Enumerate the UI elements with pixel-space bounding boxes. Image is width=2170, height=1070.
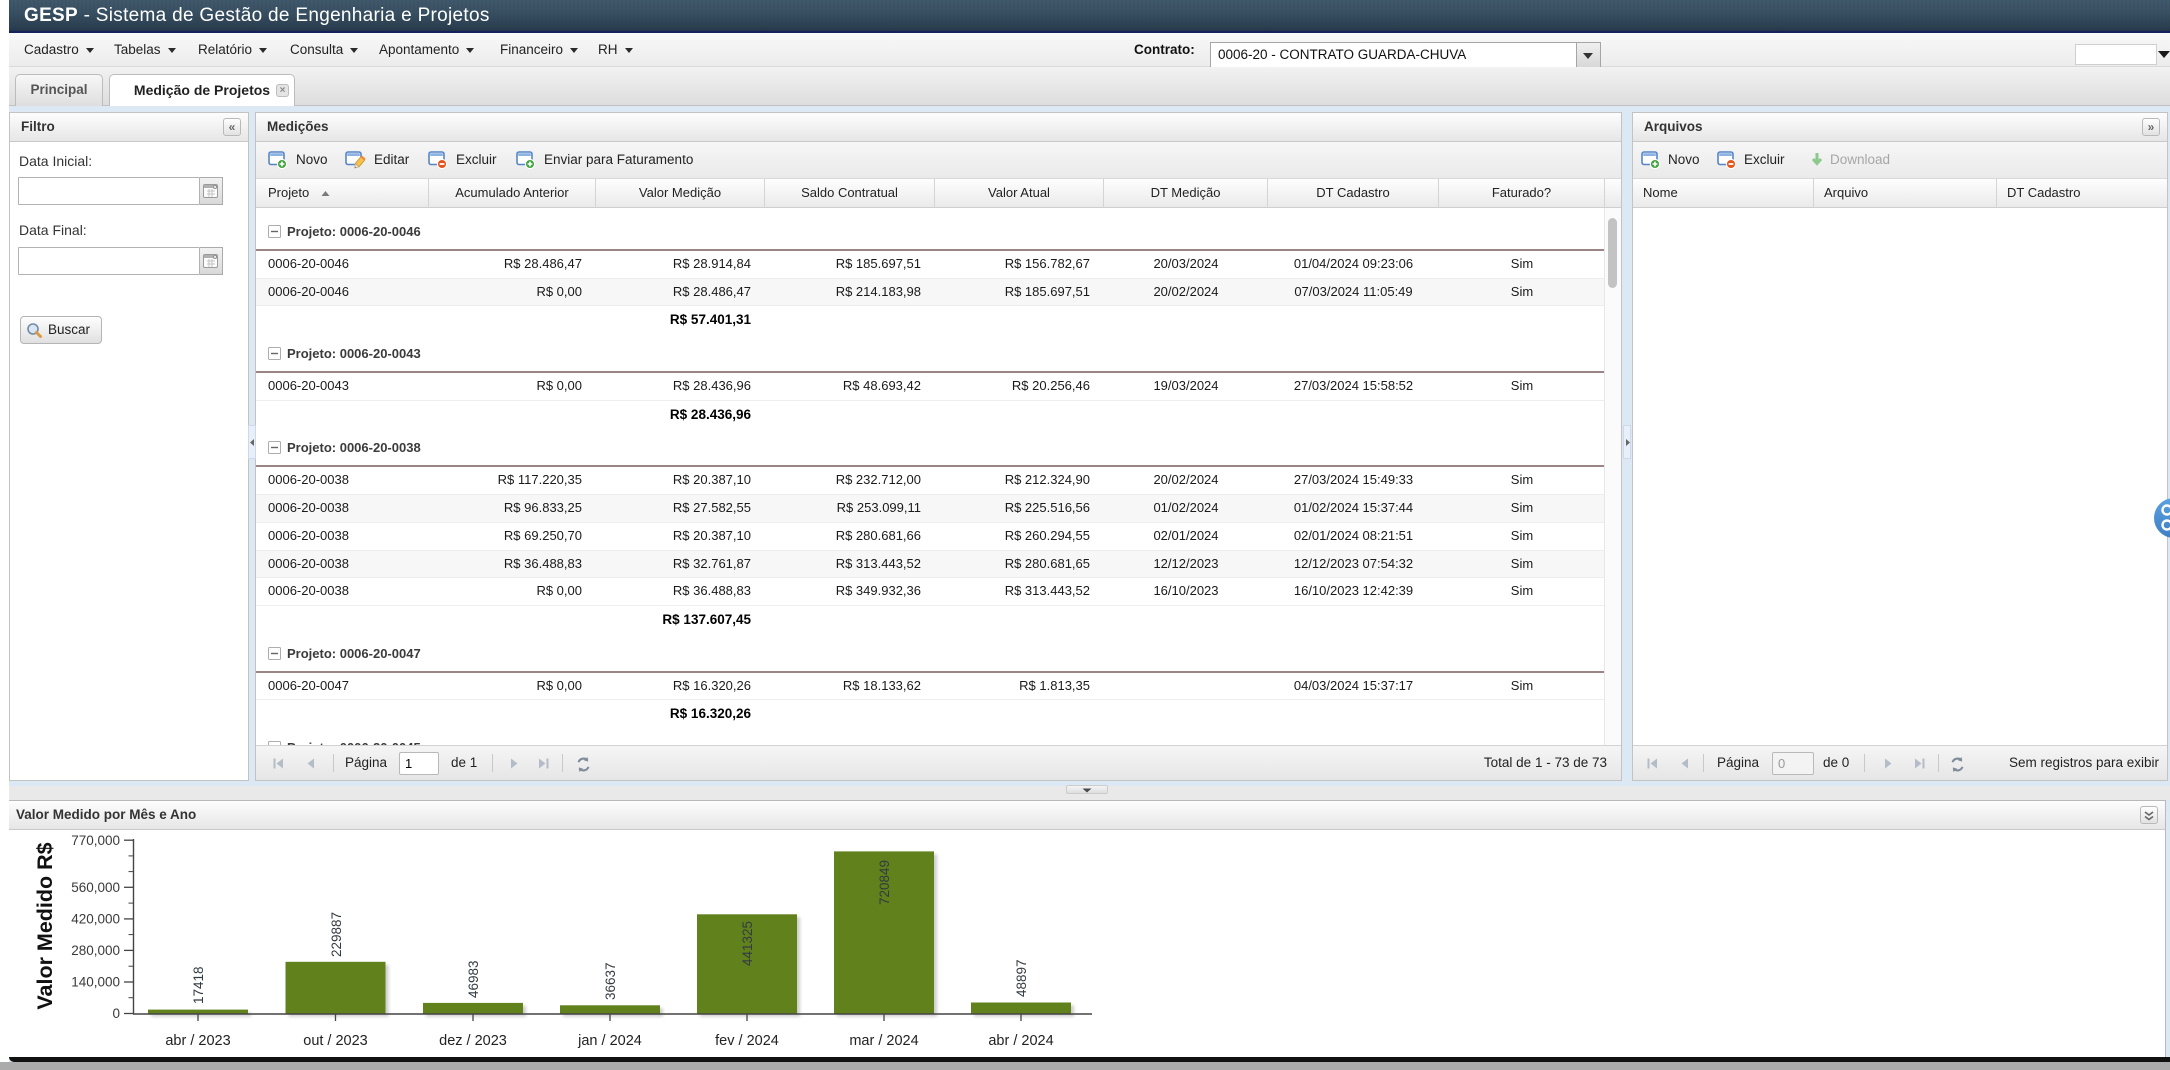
svg-text:420,000: 420,000 bbox=[71, 912, 120, 927]
svg-text:720849: 720849 bbox=[877, 860, 892, 905]
svg-text:280,000: 280,000 bbox=[71, 943, 120, 958]
svg-text:441325: 441325 bbox=[740, 921, 755, 966]
svg-text:mar / 2024: mar / 2024 bbox=[849, 1033, 918, 1049]
svg-text:48897: 48897 bbox=[1014, 959, 1029, 997]
svg-text:140,000: 140,000 bbox=[71, 975, 120, 990]
svg-text:229887: 229887 bbox=[329, 912, 344, 957]
svg-text:46983: 46983 bbox=[466, 960, 481, 998]
svg-text:0: 0 bbox=[112, 1006, 120, 1021]
svg-text:36637: 36637 bbox=[603, 962, 618, 1000]
svg-text:Valor Medido R$: Valor Medido R$ bbox=[33, 842, 57, 1009]
svg-text:dez / 2023: dez / 2023 bbox=[439, 1033, 507, 1049]
svg-text:abr / 2024: abr / 2024 bbox=[988, 1033, 1053, 1049]
svg-text:560,000: 560,000 bbox=[71, 880, 120, 895]
svg-text:770,000: 770,000 bbox=[71, 833, 120, 848]
svg-text:abr / 2023: abr / 2023 bbox=[165, 1033, 230, 1049]
svg-text:out / 2023: out / 2023 bbox=[303, 1033, 368, 1049]
svg-text:fev / 2024: fev / 2024 bbox=[715, 1033, 779, 1049]
svg-text:jan / 2024: jan / 2024 bbox=[577, 1033, 642, 1049]
svg-text:17418: 17418 bbox=[191, 966, 206, 1004]
